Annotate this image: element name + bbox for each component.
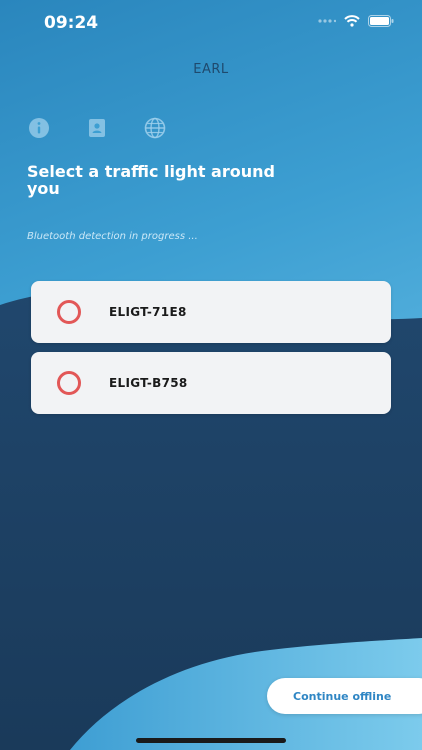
status-icons [318, 15, 394, 27]
contact-card-icon[interactable] [86, 117, 108, 139]
device-list: ELIGT-71E8 ELIGT-B758 [31, 281, 391, 423]
info-icon[interactable] [28, 117, 50, 139]
status-bar: 09:24 [0, 0, 422, 48]
page-title: Select a traffic light around you [27, 162, 275, 198]
device-name: ELIGT-B758 [109, 376, 188, 390]
radio-button[interactable] [57, 300, 81, 324]
radio-button[interactable] [57, 371, 81, 395]
app-title: EARL [193, 62, 229, 77]
top-icon-bar [28, 117, 166, 139]
cellular-signal-icon [318, 19, 336, 23]
bluetooth-status-text: Bluetooth detection in progress ... [27, 231, 198, 242]
globe-icon[interactable] [144, 117, 166, 139]
device-item[interactable]: ELIGT-71E8 [31, 281, 391, 343]
battery-icon [368, 15, 394, 27]
continue-offline-button[interactable]: Continue offline [267, 678, 422, 714]
device-name: ELIGT-71E8 [109, 305, 187, 319]
device-item[interactable]: ELIGT-B758 [31, 352, 391, 414]
status-time: 09:24 [44, 13, 99, 33]
home-indicator[interactable] [136, 738, 286, 743]
wifi-icon [344, 15, 360, 27]
